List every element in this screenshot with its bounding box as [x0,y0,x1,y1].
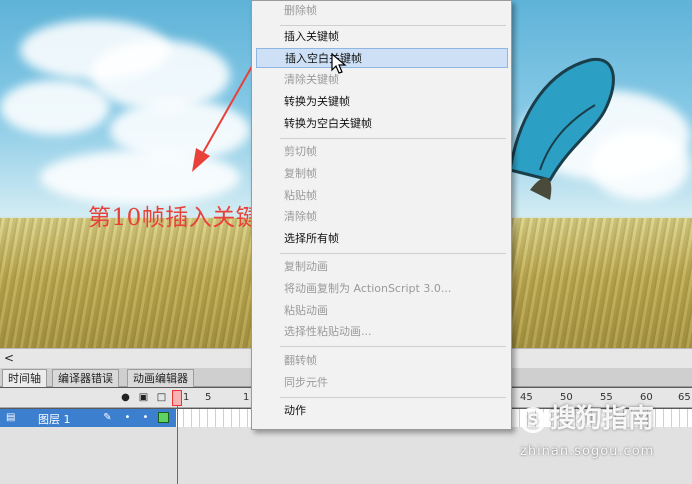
context-menu: 删除帧 插入关键帧 插入空白关键帧 清除关键帧 转换为关键帧 转换为空白关键帧 … [251,0,512,430]
menu-item-paste-motion-special: 选择性粘贴动画... [284,325,372,338]
tab-label: 时间轴 [8,372,41,385]
watermark-logo: S 搜狗指南 [520,398,690,438]
tab-compiler-errors[interactable]: 编译器错误 [52,369,119,387]
menu-item-clear-keyframe: 清除关键帧 [284,73,339,86]
menu-item-actions[interactable]: 动作 [256,401,508,421]
menu-item-convert-to-blank-keyframe[interactable]: 转换为空白关键帧 [256,114,508,134]
ruler-tick-label: 1 [243,392,250,403]
tab-label: 动画编辑器 [133,372,188,385]
ruler-tick-label: 1 [183,392,190,403]
menu-item-select-all-frames[interactable]: 选择所有帧 [256,229,508,249]
menu-item-paste-frames: 粘贴帧 [284,189,317,202]
visibility-dot-icon[interactable]: • [122,412,133,423]
watermark-url: zhinan.sogou.com [520,444,655,459]
menu-item-insert-keyframe[interactable]: 插入关键帧 [256,27,508,47]
menu-separator [280,346,506,347]
eye-icon[interactable]: ● [120,392,131,403]
menu-separator [280,397,506,398]
layer-info[interactable]: ▤ 图层 1 ✎ • • [0,409,176,427]
layer-color-swatch[interactable] [158,412,169,423]
watermark-logo-text: 搜狗指南 [550,404,655,434]
mouse-cursor-icon [331,53,347,74]
playhead-line [177,406,178,484]
menu-item-delete-frame: 删除帧 [284,4,317,17]
sogou-logo-icon: S [520,406,546,433]
butterfly-image [510,57,615,200]
ruler-tick-label: 5 [205,392,212,403]
menu-item-sync-symbols: 同步元件 [284,376,328,389]
menu-item-copy-motion: 复制动画 [284,260,328,273]
layer-icon: ▤ [6,412,16,423]
menu-item-convert-to-keyframe[interactable]: 转换为关键帧 [256,92,508,112]
tab-timeline[interactable]: 时间轴 [2,369,47,387]
menu-item-reverse-frames: 翻转帧 [284,354,317,367]
menu-item-cut-frames: 剪切帧 [284,145,317,158]
pencil-icon: ✎ [103,412,112,423]
tab-label: 编译器错误 [58,372,113,385]
menu-item-copy-motion-as-as3: 将动画复制为 ActionScript 3.0... [284,282,452,295]
menu-separator [280,138,506,139]
menu-item-paste-motion: 粘贴动画 [284,304,328,317]
outline-icon[interactable]: □ [156,392,167,403]
scroll-left-icon[interactable]: < [4,351,18,365]
menu-separator [280,25,506,26]
layer-name[interactable]: 图层 1 [38,411,71,427]
playhead-handle[interactable] [172,390,182,406]
menu-item-clear-frames: 清除帧 [284,210,317,223]
cloud [0,80,110,135]
menu-item-copy-frames: 复制帧 [284,167,317,180]
menu-item-insert-blank-keyframe[interactable]: 插入空白关键帧 [256,48,508,68]
menu-separator [280,253,506,254]
lock-dot-icon[interactable]: • [140,412,151,423]
lock-icon[interactable]: ▣ [138,392,149,403]
tab-motion-editor[interactable]: 动画编辑器 [127,369,194,387]
